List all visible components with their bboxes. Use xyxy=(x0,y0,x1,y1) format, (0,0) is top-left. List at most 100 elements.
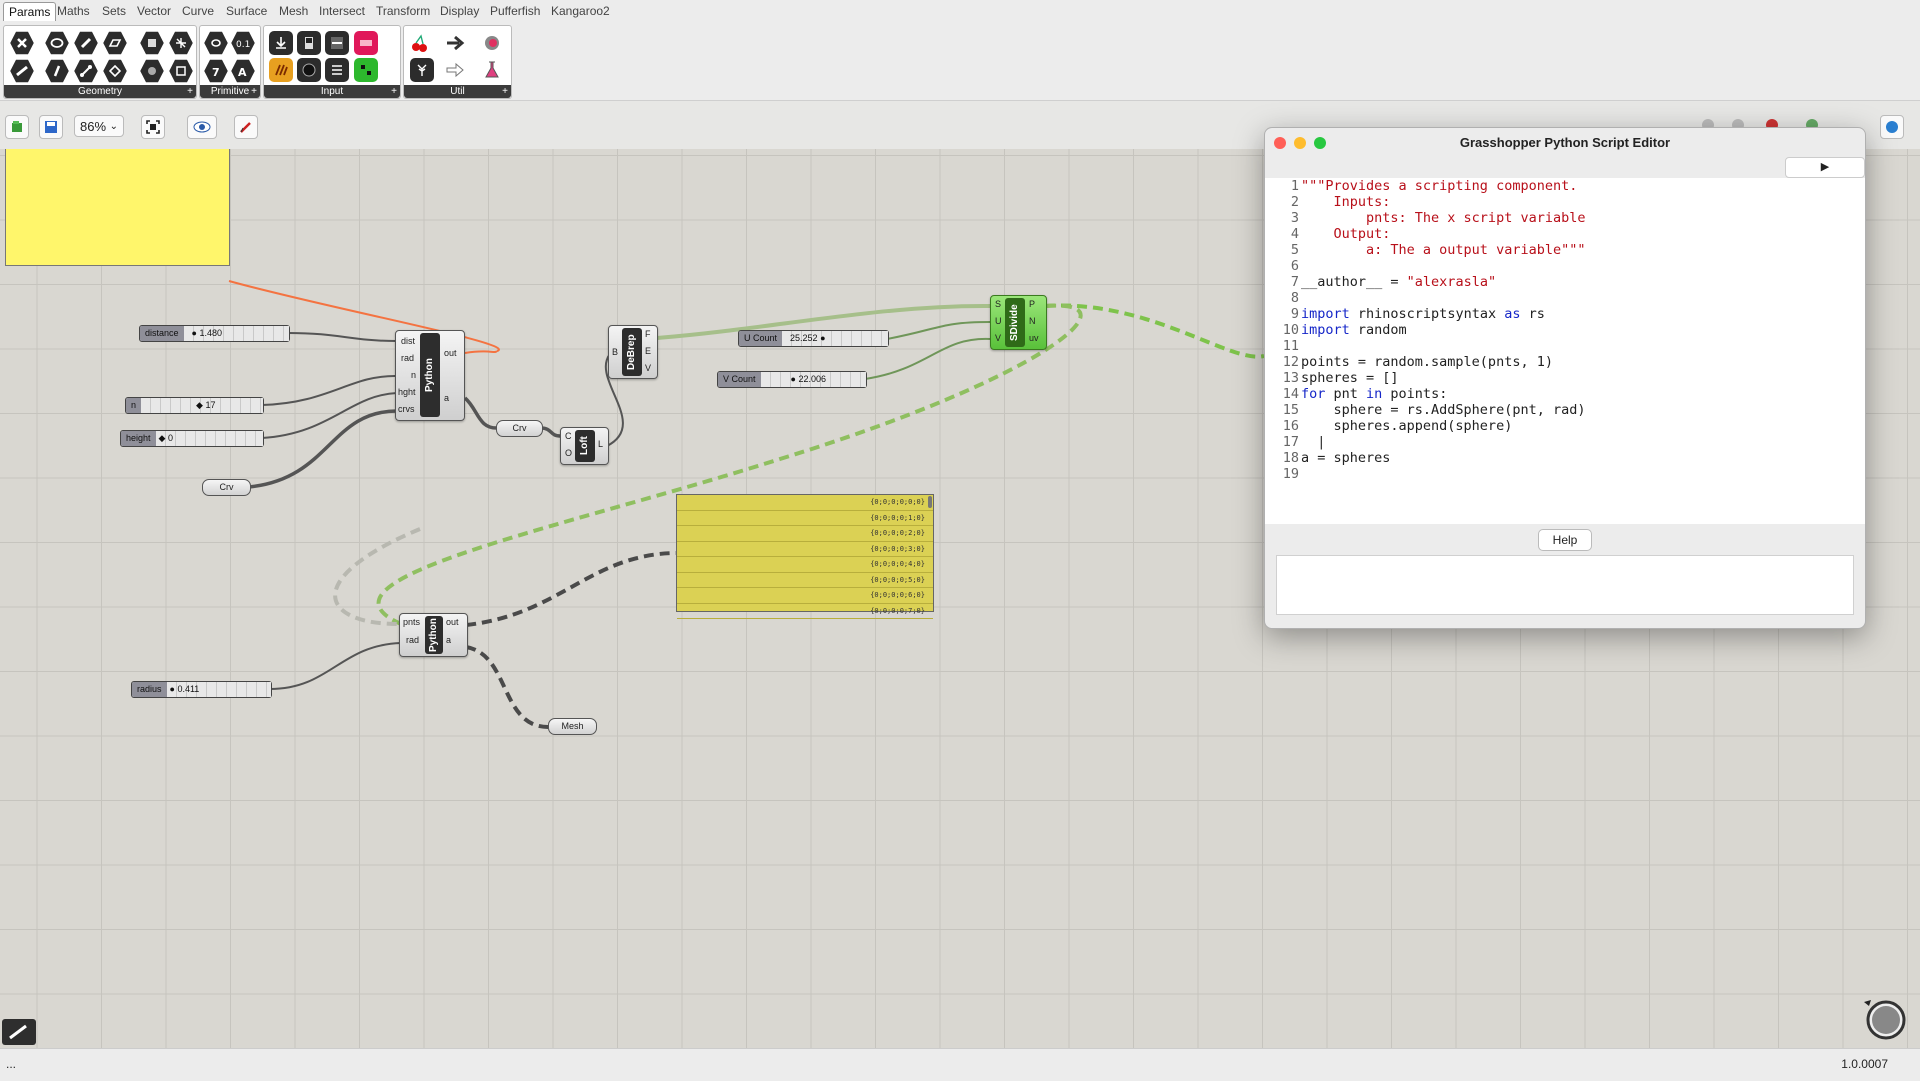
output-pin[interactable]: N xyxy=(1029,316,1036,326)
input-pin[interactable]: V xyxy=(995,333,1001,343)
boolean-icon[interactable] xyxy=(204,31,228,55)
plane-param-icon[interactable] xyxy=(74,59,98,83)
list-object-icon[interactable] xyxy=(325,58,349,82)
code-line[interactable]: 13 spheres = [] xyxy=(1265,370,1865,386)
output-pin[interactable]: V xyxy=(645,363,651,373)
code-line[interactable]: 3 pnts: The x script variable xyxy=(1265,210,1865,226)
input-pin[interactable]: S xyxy=(995,299,1001,309)
code-line[interactable]: 8 xyxy=(1265,290,1865,306)
output-pin[interactable]: out xyxy=(446,617,459,627)
code-line[interactable]: 2 Inputs: xyxy=(1265,194,1865,210)
mesh-param-icon[interactable] xyxy=(169,31,193,55)
tab-curve[interactable]: Curve xyxy=(182,2,214,20)
python-component[interactable]: dist rad n hght crvs Python out a xyxy=(395,330,465,421)
input-pin[interactable]: dist xyxy=(401,336,415,346)
output-panel[interactable]: {0;0;0;0;0;0} {0;0;0;0;1;0} {0;0;0;0;2;0… xyxy=(676,494,934,619)
code-line[interactable]: 18 a = spheres xyxy=(1265,450,1865,466)
python-script-editor[interactable]: Grasshopper Python Script Editor ▶ 1 """P… xyxy=(1264,127,1866,629)
vector-param-icon[interactable] xyxy=(103,59,127,83)
input-pin[interactable]: rad xyxy=(401,353,414,363)
arrow-outline-icon[interactable] xyxy=(444,58,468,82)
input-pin[interactable]: O xyxy=(565,448,572,458)
code-line[interactable]: 7 __author__ = "alexrasla" xyxy=(1265,274,1865,290)
panel-scrollbar[interactable] xyxy=(928,496,932,508)
brep-param-icon[interactable] xyxy=(140,59,164,83)
colour-swatch-icon[interactable] xyxy=(354,31,378,55)
code-line[interactable]: 14 for pnt in points: xyxy=(1265,386,1865,402)
tab-kangaroo2[interactable]: Kangaroo2 xyxy=(551,2,610,20)
text-icon[interactable]: A xyxy=(231,59,255,83)
flask-icon[interactable] xyxy=(480,58,504,82)
code-line[interactable]: 17 | xyxy=(1265,434,1865,450)
cherry-pick-icon[interactable] xyxy=(408,31,432,55)
code-line[interactable]: 15 sphere = rs.AddSphere(pnt, rad) xyxy=(1265,402,1865,418)
code-line[interactable]: 16 spheres.append(sphere) xyxy=(1265,418,1865,434)
slider-object-icon[interactable] xyxy=(325,31,349,55)
tab-vector[interactable]: Vector xyxy=(137,2,171,20)
code-line[interactable]: 9 import rhinoscriptsyntax as rs xyxy=(1265,306,1865,322)
code-line[interactable]: 1 """Provides a scripting component. xyxy=(1265,178,1865,194)
input-pin[interactable]: pnts xyxy=(403,617,420,627)
line-param-icon[interactable] xyxy=(45,59,69,83)
code-line[interactable]: 6 xyxy=(1265,258,1865,274)
sketch-pen-icon[interactable] xyxy=(234,115,258,139)
input-pin[interactable]: B xyxy=(612,347,618,357)
input-pin[interactable]: hght xyxy=(398,387,416,397)
code-line[interactable]: 19 xyxy=(1265,466,1865,482)
toggle-icon[interactable] xyxy=(297,31,321,55)
tab-maths[interactable]: Maths xyxy=(57,2,90,20)
box-icon[interactable] xyxy=(140,31,164,55)
input-pin[interactable]: C xyxy=(565,431,572,441)
input-pin[interactable]: rad xyxy=(406,635,419,645)
tab-sets[interactable]: Sets xyxy=(102,2,126,20)
slider-height[interactable]: height ◆ 0 xyxy=(120,430,264,447)
output-pin[interactable]: P xyxy=(1029,299,1035,309)
output-pin[interactable]: E xyxy=(645,346,651,356)
slider-distance[interactable]: distance ● 1.480 xyxy=(139,325,290,342)
output-pin[interactable]: a xyxy=(444,393,449,403)
preview-eye-icon[interactable] xyxy=(187,115,217,139)
circle-icon[interactable] xyxy=(45,31,69,55)
param-crv[interactable]: Crv xyxy=(496,420,543,437)
graph-mapper-icon[interactable] xyxy=(354,58,378,82)
code-editor[interactable]: 1 """Provides a scripting component. 2 Inp… xyxy=(1265,178,1865,524)
help-button[interactable]: Help xyxy=(1538,529,1592,551)
slider-u-count[interactable]: U Count 25.252 ● xyxy=(738,330,889,347)
debrep-component[interactable]: B DeBrep F E V xyxy=(608,325,658,379)
tab-intersect[interactable]: Intersect xyxy=(319,2,365,20)
geometry-icon[interactable] xyxy=(74,31,98,55)
slider-radius[interactable]: radius ● 0.411 xyxy=(131,681,272,698)
zoom-extents-icon[interactable] xyxy=(141,115,165,139)
slider-v-count[interactable]: V Count ● 22.006 xyxy=(717,371,867,388)
globe-icon[interactable] xyxy=(1880,115,1904,139)
window-title-bar[interactable]: Grasshopper Python Script Editor xyxy=(1265,128,1865,157)
close-icon[interactable] xyxy=(1274,137,1286,149)
python-component[interactable]: pnts rad Python out a xyxy=(399,613,468,657)
gradient-icon[interactable] xyxy=(269,58,293,82)
zoom-dropdown[interactable]: 86% ⌄ xyxy=(74,115,124,137)
input-pin[interactable]: n xyxy=(411,370,416,380)
maximize-icon[interactable] xyxy=(1314,137,1326,149)
colour-mix-icon[interactable] xyxy=(480,31,504,55)
tree-icon[interactable] xyxy=(410,58,434,82)
number-icon[interactable]: 0.1 xyxy=(231,31,255,55)
point-icon[interactable] xyxy=(10,31,34,55)
open-file-icon[interactable] xyxy=(5,115,29,139)
param-crv[interactable]: Crv xyxy=(202,479,251,496)
tab-params[interactable]: Params xyxy=(3,2,57,21)
output-pin[interactable]: L xyxy=(598,439,603,449)
input-pin[interactable]: crvs xyxy=(398,404,415,414)
integer-icon[interactable]: 7 xyxy=(204,59,228,83)
sticky-note[interactable] xyxy=(5,149,230,266)
output-pin[interactable]: uv xyxy=(1029,333,1039,343)
field-param-icon[interactable] xyxy=(169,59,193,83)
tab-pufferfish[interactable]: Pufferfish xyxy=(490,2,540,20)
slider-n[interactable]: n ◆ 17 xyxy=(125,397,264,414)
output-pin[interactable]: F xyxy=(645,329,651,339)
arrow-right-icon[interactable] xyxy=(444,31,468,55)
minimize-icon[interactable] xyxy=(1294,137,1306,149)
input-pin[interactable]: U xyxy=(995,316,1002,326)
run-button[interactable]: ▶ xyxy=(1785,157,1865,178)
tab-surface[interactable]: Surface xyxy=(226,2,267,20)
code-line[interactable]: 5 a: The a output variable""" xyxy=(1265,242,1865,258)
